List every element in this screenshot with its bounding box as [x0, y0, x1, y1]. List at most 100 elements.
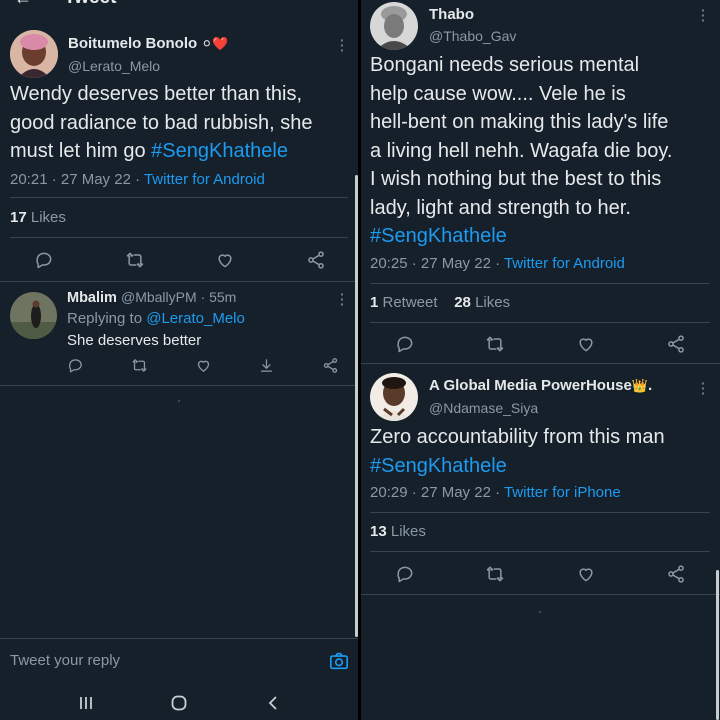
source-link[interactable]: Twitter for Android	[144, 171, 265, 188]
author-emojis: ⚪❤️	[201, 36, 229, 51]
reply-icon[interactable]	[395, 334, 415, 354]
retweet-icon[interactable]	[485, 564, 505, 584]
avatar[interactable]	[10, 292, 57, 339]
tweet-text-line: I wish nothing but the best to this	[370, 168, 662, 190]
reply-text: She deserves better	[67, 332, 202, 349]
reply-header: Mbalim @MballyPM · 55m	[67, 289, 236, 306]
avatar-image	[10, 30, 58, 78]
more-options-icon[interactable]: · · ·	[340, 287, 345, 311]
replying-prefix: Replying to	[67, 310, 147, 327]
tweet-meta: 20:21 · 27 May 22 · Twitter for Android	[10, 171, 265, 188]
avatar-image	[10, 292, 57, 339]
likes-label: Likes	[470, 294, 511, 311]
source-link[interactable]: Twitter for Android	[504, 255, 625, 272]
share-icon[interactable]	[666, 334, 686, 354]
retweets-stat[interactable]: 1 Retweet	[370, 294, 438, 311]
source-link[interactable]: Twitter for iPhone	[504, 484, 621, 501]
tweet-meta: 20:29 · 27 May 22 · Twitter for iPhone	[370, 484, 621, 501]
tweet-meta: 20:25 · 27 May 22 · Twitter for Android	[370, 255, 625, 272]
divider	[361, 594, 720, 595]
divider	[370, 512, 710, 513]
timestamp: 20:29 · 27 May 22 ·	[370, 484, 504, 501]
home-icon[interactable]	[171, 695, 187, 711]
reply-actions	[67, 357, 339, 374]
hashtag-link[interactable]: #SengKhathele	[151, 140, 288, 162]
reply-composer-input[interactable]: Tweet your reply	[10, 652, 120, 669]
tweet-text-line: Zero accountability from this man	[370, 426, 665, 448]
download-icon[interactable]	[258, 357, 275, 374]
scrollbar[interactable]	[716, 570, 719, 720]
like-icon[interactable]	[215, 250, 235, 270]
tweet-text-line: help cause wow.... Vele he is	[370, 82, 626, 105]
likes-count: 28	[454, 294, 471, 311]
reply-author-handle[interactable]: @MballyPM	[121, 289, 197, 305]
reply-icon[interactable]	[67, 357, 84, 374]
retweet-icon[interactable]	[485, 334, 505, 354]
author-name[interactable]: A Global Media PowerHouse	[429, 377, 632, 394]
tweet-text-line: Bongani needs serious mental	[370, 54, 640, 76]
likes-stat[interactable]: 28 Likes	[454, 294, 510, 311]
retweet-icon[interactable]	[125, 250, 145, 270]
avatar[interactable]	[370, 2, 418, 50]
more-options-icon[interactable]: · · ·	[701, 376, 706, 400]
author-handle[interactable]: @Thabo_Gav	[429, 28, 516, 44]
reply-icon[interactable]	[395, 564, 415, 584]
likes-stat[interactable]: 13 Likes	[370, 523, 426, 540]
divider	[370, 322, 710, 323]
likes-count: 17	[10, 209, 27, 226]
camera-icon[interactable]	[329, 652, 349, 675]
reply-icon[interactable]	[34, 250, 54, 270]
like-icon[interactable]	[195, 357, 212, 374]
tweet-text: Zero accountability from this man #SengK…	[370, 423, 718, 480]
engagement-stats: 1 Retweet 28 Likes	[370, 294, 510, 311]
divider	[361, 363, 720, 364]
reply-author-name[interactable]: Mbalim	[67, 290, 117, 306]
tweet-actions	[395, 564, 686, 584]
back-icon[interactable]	[267, 695, 279, 711]
share-icon[interactable]	[306, 250, 326, 270]
more-options-icon[interactable]: · · ·	[701, 3, 706, 27]
retweets-label: Retweet	[378, 294, 438, 311]
likes-label: Likes	[26, 209, 66, 226]
share-icon[interactable]	[666, 564, 686, 584]
likes-stat[interactable]: 17 Likes	[10, 209, 66, 226]
header-title: Tweet	[64, 0, 116, 9]
tweet-text: Wendy deserves better than this, good ra…	[10, 80, 355, 166]
author-handle[interactable]: @Ndamase_Siya	[429, 400, 538, 416]
loading-dot	[539, 611, 541, 613]
author-suffix: .	[648, 377, 653, 394]
like-icon[interactable]	[576, 334, 596, 354]
share-icon[interactable]	[322, 357, 339, 374]
like-icon[interactable]	[576, 564, 596, 584]
hashtag-link[interactable]: #SengKhathele	[370, 222, 718, 251]
likes-label: Likes	[386, 523, 426, 540]
author-handle[interactable]: @Lerato_Melo	[68, 58, 160, 74]
author-name[interactable]: Boitumelo Bonolo	[68, 35, 197, 52]
timestamp: 20:25 · 27 May 22 ·	[370, 255, 504, 272]
retweet-icon[interactable]	[131, 357, 148, 374]
divider	[0, 638, 358, 639]
avatar-image	[370, 2, 418, 50]
avatar[interactable]	[10, 30, 58, 78]
divider	[0, 385, 358, 386]
divider	[370, 551, 710, 552]
timestamp: 20:21 · 27 May 22 ·	[10, 171, 144, 188]
right-screen: Thabo @Thabo_Gav · · · Bongani needs serio…	[361, 0, 720, 720]
tweet-text: Bongani needs serious mental help cause …	[370, 51, 718, 251]
recent-apps-icon[interactable]	[79, 696, 93, 710]
left-screen: ← Tweet Boitumelo Bonolo ⚪❤️ @Lerato_Mel…	[0, 0, 358, 720]
hashtag-link[interactable]: #SengKhathele	[370, 452, 718, 481]
tweet-actions	[34, 250, 326, 270]
divider	[0, 281, 358, 282]
reply-time: · 55m	[196, 289, 237, 305]
divider	[370, 283, 710, 284]
loading-dot	[178, 400, 180, 402]
likes-count: 13	[370, 523, 387, 540]
author-emoji: 👑	[631, 378, 649, 393]
avatar[interactable]	[370, 373, 418, 421]
author-name[interactable]: Thabo	[429, 6, 474, 23]
divider	[10, 197, 348, 198]
back-arrow-icon[interactable]: ←	[14, 0, 32, 9]
replying-to-handle[interactable]: @Lerato_Melo	[146, 310, 245, 327]
more-options-icon[interactable]: · · ·	[340, 33, 345, 57]
